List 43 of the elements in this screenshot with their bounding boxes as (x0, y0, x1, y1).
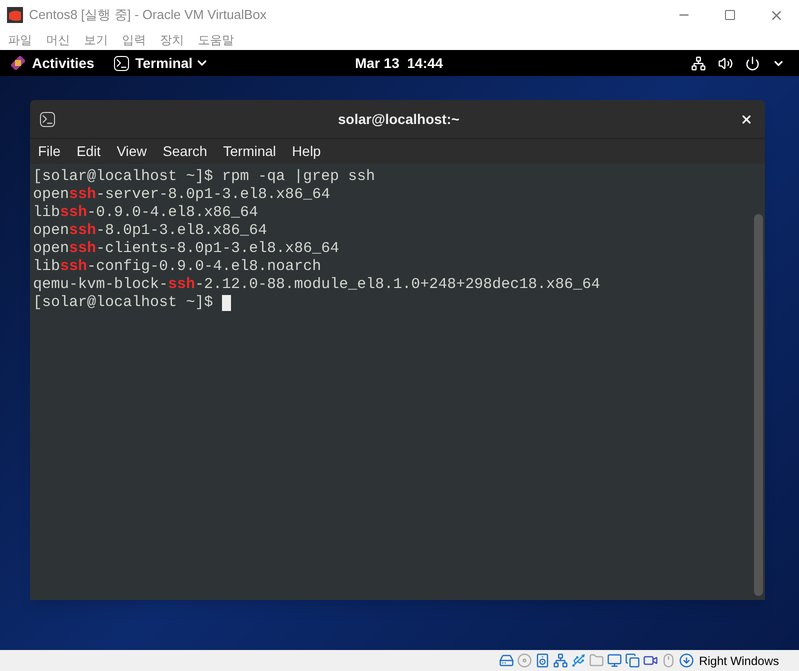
clock[interactable]: Mar 13 14:44 (355, 52, 443, 74)
terminal-title: solar@localhost:~ (338, 110, 460, 128)
network-icon[interactable] (691, 56, 706, 70)
speaker-icon[interactable] (534, 653, 550, 668)
monitor-icon[interactable] (606, 653, 622, 668)
menu-item[interactable]: 도움말 (198, 31, 234, 49)
menu-item[interactable]: 파일 (8, 31, 32, 49)
menu-item[interactable]: Search (162, 141, 208, 162)
window-title: Centos8 [실행 중] - Oracle VM VirtualBox (29, 6, 266, 24)
menu-item[interactable]: 입력 (122, 31, 146, 49)
app-menu[interactable]: Terminal (135, 52, 193, 74)
terminal-line: libssh-config-0.9.0-4.el8.noarch (33, 258, 322, 276)
close-icon (740, 112, 753, 126)
terminal-line: openssh-clients-8.0p1-3.el8.x86_64 (33, 240, 340, 258)
menu-item[interactable]: Terminal (223, 141, 276, 162)
menu-item[interactable]: File (38, 141, 61, 162)
menu-item[interactable]: Help (292, 141, 321, 162)
terminal-line: openssh-server-8.0p1-3.el8.x86_64 (33, 186, 330, 204)
menu-item[interactable]: Edit (76, 141, 101, 162)
power-icon[interactable] (745, 56, 760, 70)
video-icon[interactable] (642, 653, 658, 668)
close-button[interactable] (740, 112, 753, 126)
windows-icon[interactable] (624, 653, 640, 668)
text-cursor (222, 295, 232, 311)
menu-item[interactable]: 보기 (84, 31, 108, 49)
menu-item[interactable]: 장치 (160, 31, 184, 49)
usb-icon[interactable] (570, 653, 586, 668)
volume-icon[interactable] (718, 56, 733, 70)
menu-item[interactable]: View (116, 141, 147, 162)
flower-logo-icon (11, 56, 25, 70)
terminal-line: [solar@localhost ~]$ (33, 294, 232, 312)
activities-button[interactable]: Activities (32, 52, 94, 74)
terminal-line: openssh-8.0p1-3.el8.x86_64 (33, 222, 268, 240)
maximize-icon (724, 9, 736, 21)
host-key-label: Right Windows (698, 652, 779, 670)
hard-drive-icon[interactable] (498, 653, 514, 668)
app-logo-icon (7, 7, 23, 23)
terminal-icon (114, 56, 130, 70)
terminal-line: libssh-0.9.0-4.el8.x86_64 (33, 204, 258, 222)
terminal-icon (40, 112, 55, 126)
terminal-line: qemu-kvm-block-ssh-2.12.0-88.module_el8.1.0+248+298dec18.x86_64 (33, 276, 600, 294)
terminal-line: [solar@localhost ~]$ rpm -qa |grep ssh (33, 168, 376, 186)
menu-item[interactable]: 머신 (46, 31, 70, 49)
